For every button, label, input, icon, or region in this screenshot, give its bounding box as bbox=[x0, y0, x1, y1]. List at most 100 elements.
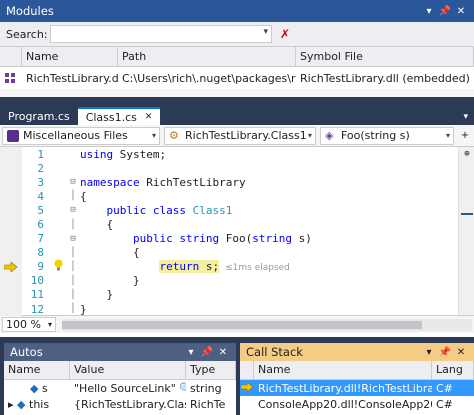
close-tab-icon[interactable]: ✕ bbox=[145, 112, 153, 122]
expand-icon[interactable]: + bbox=[458, 130, 472, 141]
stack-frame-row[interactable]: RichTestLibrary.dll!RichTestLibrary.Cl C… bbox=[240, 380, 474, 396]
code-line: 1 using System; bbox=[0, 147, 474, 162]
zoom-dropdown[interactable]: 100 % ▾ bbox=[2, 317, 56, 332]
chevron-down-icon: ▾ bbox=[307, 131, 312, 140]
lightbulb-icon[interactable] bbox=[50, 259, 66, 274]
variable-value: {RichTestLibrary.Class1} bbox=[74, 397, 186, 411]
close-icon[interactable]: ✕ bbox=[454, 347, 468, 358]
chevron-down-icon: ▾ bbox=[445, 131, 450, 140]
autos-title-bar: Autos ▾ 📌 ✕ bbox=[4, 343, 236, 361]
pin-icon[interactable]: 📌 bbox=[200, 347, 214, 358]
csharp-file-icon bbox=[7, 129, 19, 142]
chevron-down-icon: ▾ bbox=[47, 320, 52, 329]
frame-lang: C# bbox=[436, 397, 453, 411]
current-statement-line: 9 │ return s; ≤1ms elapsed bbox=[0, 259, 474, 274]
column-header-symbol-file[interactable]: Symbol File bbox=[296, 47, 474, 66]
vertical-scrollbar[interactable]: ⊕ bbox=[458, 147, 474, 315]
module-path: C:\Users\rich\.nuget\packages\ri... bbox=[122, 71, 296, 85]
header-blank bbox=[0, 47, 22, 66]
code-line: 11 │ } bbox=[0, 287, 474, 303]
module-symbol-file: RichTestLibrary.dll (embedded) bbox=[300, 71, 470, 85]
code-line: 6 │ { bbox=[0, 217, 474, 232]
variable-type: string bbox=[190, 381, 222, 395]
module-icon bbox=[0, 73, 22, 83]
code-editor: Program.cs Class1.cs ✕ ▾ Miscellaneous F… bbox=[0, 107, 474, 337]
modules-header: Name Path Symbol File bbox=[0, 46, 474, 67]
autos-title: Autos bbox=[10, 345, 43, 359]
modules-window: Modules ▾ 📌 ✕ Search: ▾ ✗ Name Path Symb… bbox=[0, 0, 474, 97]
code-line: 2 bbox=[0, 161, 474, 176]
variable-icon: ◆ bbox=[17, 397, 26, 411]
method-icon: ◈ bbox=[325, 128, 334, 142]
search-label: Search: bbox=[6, 27, 48, 41]
chevron-down-icon: ▾ bbox=[151, 131, 156, 140]
column-header-type[interactable]: Type bbox=[186, 361, 236, 379]
code-line: 8 │ { bbox=[0, 245, 474, 260]
close-icon[interactable]: ✕ bbox=[216, 347, 230, 358]
tab-class1-cs[interactable]: Class1.cs ✕ bbox=[77, 107, 161, 125]
tab-list-icon[interactable]: ▾ bbox=[463, 112, 474, 125]
variable-value: "Hello SourceLink" 🔍 bbox=[70, 382, 186, 395]
close-icon[interactable]: ✕ bbox=[454, 6, 468, 17]
collapse-icon[interactable]: ⊟ bbox=[66, 234, 80, 244]
autos-window: Autos ▾ 📌 ✕ Name Value Type ◆ s "Hello S… bbox=[4, 343, 236, 415]
call-stack-title: Call Stack bbox=[246, 345, 303, 359]
pin-icon[interactable]: 📌 bbox=[438, 6, 452, 17]
stack-frame-row[interactable]: ConsoleApp20.dll!ConsoleApp20.Pro C# bbox=[240, 396, 474, 412]
table-row[interactable]: ◆ s "Hello SourceLink" 🔍 string bbox=[4, 380, 236, 396]
header-blank bbox=[240, 361, 254, 379]
collapse-icon[interactable]: ⊟ bbox=[66, 177, 80, 187]
scroll-marker bbox=[461, 213, 473, 215]
column-header-value[interactable]: Value bbox=[70, 361, 186, 379]
dropdown-icon[interactable]: ▾ bbox=[184, 347, 198, 358]
code-line: 5 ⊟ public class Class1 bbox=[0, 203, 474, 218]
search-input[interactable]: ▾ bbox=[50, 25, 272, 43]
horizontal-scrollbar[interactable] bbox=[62, 318, 472, 331]
autos-header: Name Value Type bbox=[4, 361, 236, 380]
column-header-name[interactable]: Name bbox=[4, 361, 70, 379]
call-stack-header: Name Lang bbox=[240, 361, 474, 380]
call-stack-window: Call Stack ▾ 📌 ✕ Name Lang RichTestLibra… bbox=[240, 343, 474, 415]
code-line: 3 ⊟ namespace RichTestLibrary bbox=[0, 175, 474, 190]
magnifier-icon[interactable]: 🔍 bbox=[179, 382, 186, 395]
dropdown-icon[interactable]: ▾ bbox=[422, 6, 436, 17]
collapse-icon[interactable]: ⊟ bbox=[66, 205, 80, 215]
column-header-path[interactable]: Path bbox=[118, 47, 296, 66]
type-dropdown[interactable]: ⚙ RichTestLibrary.Class1 ▾ bbox=[164, 126, 316, 145]
editor-status-bar: 100 % ▾ bbox=[0, 315, 474, 333]
clear-search-icon[interactable]: ✗ bbox=[280, 27, 296, 41]
tab-program-cs[interactable]: Program.cs bbox=[0, 107, 78, 125]
table-row[interactable]: RichTestLibrary.dll C:\Users\rich\.nuget… bbox=[0, 67, 474, 89]
class-icon: ⚙ bbox=[169, 128, 179, 142]
frame-lang: C# bbox=[436, 381, 453, 395]
code-area[interactable]: 1 using System; 2 3 ⊟ namespace RichTestL… bbox=[0, 147, 474, 317]
document-tabs: Program.cs Class1.cs ✕ ▾ bbox=[0, 107, 474, 125]
call-stack-title-bar: Call Stack ▾ 📌 ✕ bbox=[240, 343, 474, 361]
frame-name: ConsoleApp20.dll!ConsoleApp20.Pro bbox=[258, 397, 432, 411]
column-header-name[interactable]: Name bbox=[254, 361, 432, 379]
split-icon[interactable]: ⊕ bbox=[461, 149, 473, 159]
expand-arrow-icon[interactable]: ▸ bbox=[8, 398, 14, 411]
code-line: 10 │ } bbox=[0, 273, 474, 288]
modules-title: Modules bbox=[6, 4, 54, 18]
variable-icon: ◆ bbox=[30, 381, 39, 395]
elapsed-time-tip: ≤1ms elapsed bbox=[225, 263, 290, 274]
dropdown-icon[interactable]: ▾ bbox=[422, 347, 436, 358]
modules-search-row: Search: ▾ ✗ bbox=[0, 22, 474, 46]
column-header-lang[interactable]: Lang bbox=[432, 361, 474, 379]
variable-name: ◆ s bbox=[30, 381, 48, 395]
pin-icon[interactable]: 📌 bbox=[438, 347, 452, 358]
navigation-bar: Miscellaneous Files ▾ ⚙ RichTestLibrary.… bbox=[0, 125, 474, 147]
scroll-thumb[interactable] bbox=[62, 320, 422, 329]
table-row[interactable]: ▸ ◆ this {RichTestLibrary.Class1} RichTe bbox=[4, 396, 236, 412]
code-line: 4 │ { bbox=[0, 189, 474, 204]
modules-title-bar: Modules ▾ 📌 ✕ bbox=[0, 0, 474, 22]
variable-type: RichTe bbox=[190, 397, 226, 411]
search-dropdown-icon[interactable]: ▾ bbox=[263, 27, 268, 37]
execution-pointer-icon bbox=[0, 259, 22, 274]
member-dropdown[interactable]: ◈ Foo(string s) ▾ bbox=[320, 126, 454, 145]
project-dropdown[interactable]: Miscellaneous Files ▾ bbox=[2, 126, 160, 145]
column-header-name[interactable]: Name bbox=[22, 47, 118, 66]
code-line: 7 ⊟ public string Foo(string s) bbox=[0, 231, 474, 246]
current-frame-arrow-icon bbox=[240, 381, 254, 395]
